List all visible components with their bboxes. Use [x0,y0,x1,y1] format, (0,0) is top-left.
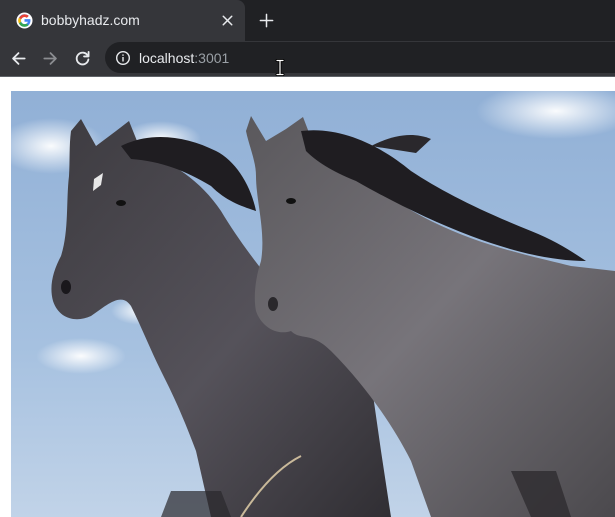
i-beam-cursor-icon [275,59,285,76]
address-bar[interactable]: localhost:3001 [105,42,615,73]
plus-icon[interactable] [258,12,275,29]
tab-title: bobbyhadz.com [41,12,140,28]
close-icon[interactable] [219,12,236,29]
url-text[interactable]: localhost:3001 [139,49,229,67]
browser-window: bobbyhadz.com localhost:3001 [0,0,615,517]
arrow-right-icon[interactable] [41,49,60,68]
toolbar: localhost:3001 [0,41,615,76]
url-port: :3001 [194,50,230,66]
reload-icon[interactable] [73,49,92,68]
tab-active[interactable]: bobbyhadz.com [0,0,245,41]
page-viewport [0,77,615,517]
tab-strip: bobbyhadz.com [0,0,615,41]
horses-photo [11,91,615,517]
google-g-icon [16,12,33,29]
url-host: localhost [139,50,195,66]
arrow-left-icon[interactable] [9,49,28,68]
info-icon[interactable] [115,50,131,66]
